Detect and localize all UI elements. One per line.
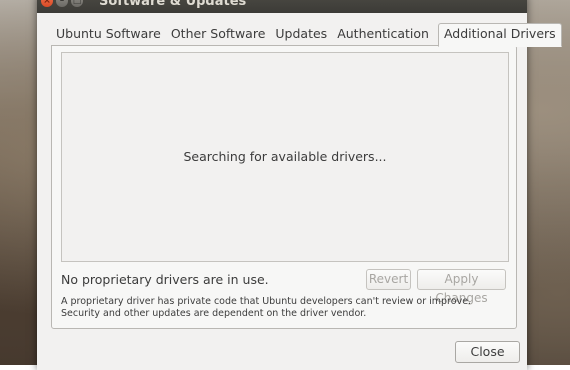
close-button[interactable]: Close — [455, 341, 520, 363]
driver-status-text: No proprietary drivers are in use. — [61, 272, 269, 287]
window-title: Software & Updates — [99, 0, 247, 9]
tab-bar: Ubuntu Software Other Software Updates A… — [51, 23, 562, 47]
title-bar[interactable]: × – □ Software & Updates — [37, 0, 527, 13]
minimize-icon[interactable]: – — [56, 0, 68, 7]
proprietary-driver-info: A proprietary driver has private code th… — [61, 296, 472, 319]
close-icon[interactable]: × — [41, 0, 53, 7]
tab-additional-drivers[interactable]: Additional Drivers — [437, 23, 562, 47]
tab-authentication[interactable]: Authentication — [332, 23, 434, 45]
additional-drivers-panel: Searching for available drivers... No pr… — [51, 45, 517, 329]
tab-other-software[interactable]: Other Software — [166, 23, 271, 45]
searching-message: Searching for available drivers... — [183, 149, 387, 164]
tab-updates[interactable]: Updates — [270, 23, 332, 45]
tab-notebook: Ubuntu Software Other Software Updates A… — [51, 23, 562, 329]
apply-changes-button[interactable]: Apply Changes — [417, 269, 506, 305]
tab-ubuntu-software[interactable]: Ubuntu Software — [51, 23, 166, 45]
drivers-list[interactable]: Searching for available drivers... — [61, 52, 509, 262]
maximize-icon[interactable]: □ — [71, 0, 83, 7]
revert-button[interactable]: Revert — [366, 269, 411, 290]
software-updates-window: × – □ Software & Updates Ubuntu Software… — [37, 0, 562, 370]
